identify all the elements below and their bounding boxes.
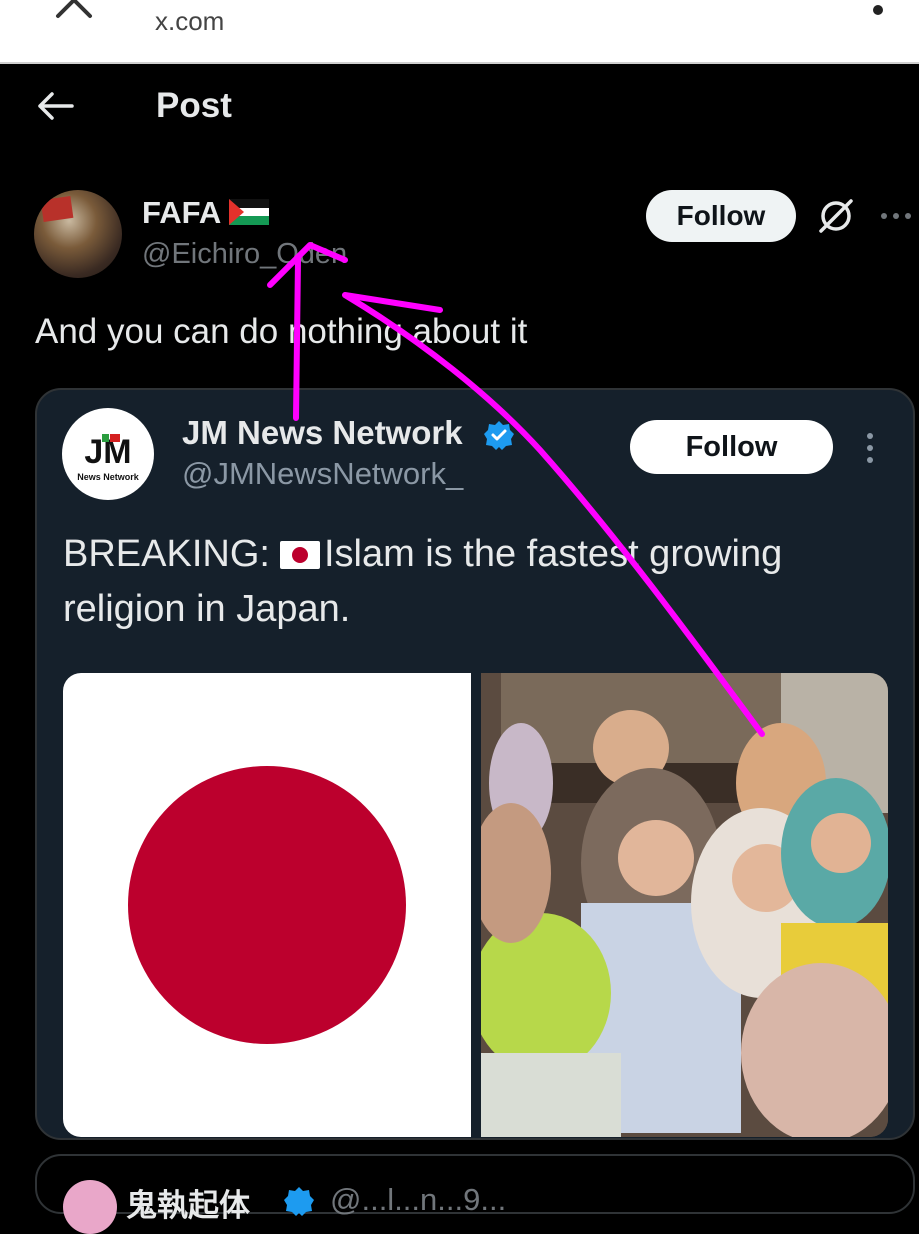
verified-badge-icon [484, 421, 514, 450]
japan-flag-icon [279, 541, 320, 569]
page-title: Post [156, 86, 232, 125]
arrow-left-icon[interactable] [36, 90, 74, 122]
next-post-avatar[interactable] [63, 1180, 117, 1234]
browser-bar: x.com [0, 0, 919, 64]
palestine-flag-icon [229, 199, 269, 225]
post-text: And you can do nothing about it [35, 312, 528, 351]
crowd-photo[interactable] [481, 673, 888, 1137]
more-vertical-icon[interactable] [860, 430, 880, 466]
crowd-photo-illustration [481, 673, 888, 1137]
japan-flag-image[interactable] [63, 673, 471, 1137]
logo-subtext: News Network [77, 472, 140, 482]
url-label[interactable]: x.com [155, 6, 224, 37]
grok-icon[interactable] [816, 196, 856, 236]
avatar[interactable] [34, 190, 122, 278]
quoted-follow-button[interactable]: Follow [630, 420, 833, 474]
verified-badge-icon [284, 1187, 314, 1216]
close-icon[interactable] [52, 0, 96, 22]
quoted-author-handle[interactable]: @JMNewsNetwork_ [182, 456, 463, 492]
quoted-avatar[interactable]: JM News Network [62, 408, 154, 500]
jm-news-logo-icon: JM News Network [77, 433, 140, 482]
follow-button[interactable]: Follow [646, 190, 796, 242]
author-handle[interactable]: @Eichiro_Oden [142, 238, 347, 271]
next-post-author-handle[interactable]: @...l...n...9... [330, 1182, 506, 1218]
next-post-author-name[interactable]: 鬼執起体 [126, 1180, 250, 1225]
hinomaru-circle [128, 766, 406, 1044]
more-vertical-icon[interactable] [873, 5, 883, 15]
more-horizontal-icon[interactable] [878, 207, 918, 225]
author-name[interactable]: FAFA [142, 195, 221, 231]
quoted-post-text: BREAKING: Islam is the fastest growing re… [63, 527, 883, 637]
quoted-text-prefix: BREAKING: [63, 533, 270, 575]
quoted-author-name[interactable]: JM News Network [182, 414, 463, 452]
